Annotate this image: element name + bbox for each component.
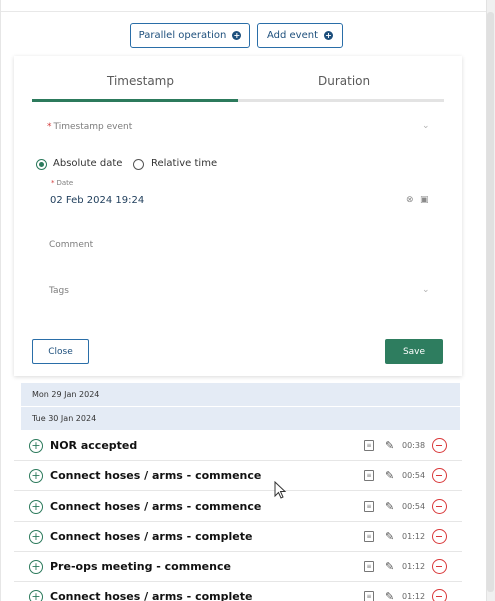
event-time: 01:12 <box>402 592 426 601</box>
save-button[interactable]: Save <box>385 339 443 364</box>
event-name: Connect hoses / arms - complete <box>50 530 253 543</box>
add-circle-icon[interactable]: + <box>29 529 43 544</box>
document-icon[interactable]: ≡ <box>364 591 374 601</box>
relative-time-label: Relative time <box>151 158 218 169</box>
document-icon[interactable]: ≡ <box>364 501 374 512</box>
tab-duration[interactable]: Duration <box>318 74 370 88</box>
event-name: Connect hoses / arms - commence <box>50 500 262 513</box>
date-field-label: * Date <box>51 179 74 187</box>
parallel-operation-button[interactable]: Parallel operation + <box>130 23 250 48</box>
tab-timestamp[interactable]: Timestamp <box>107 74 174 88</box>
mouse-cursor-icon <box>274 481 287 499</box>
top-divider <box>1 0 486 12</box>
event-row[interactable]: + NOR accepted ≡ ✎ 00:38 <box>14 431 462 461</box>
add-circle-icon[interactable]: + <box>29 468 43 483</box>
add-event-button[interactable]: Add event + <box>257 23 343 48</box>
date-group-row: Tue 30 Jan 2024 <box>21 407 460 430</box>
close-button[interactable]: Close <box>32 339 89 364</box>
add-circle-icon[interactable]: + <box>29 559 43 574</box>
calendar-icon[interactable]: ▣ <box>420 195 429 205</box>
document-icon[interactable]: ≡ <box>364 470 374 481</box>
date-field[interactable]: 02 Feb 2024 19:24 ⊗ ▣ <box>48 192 444 210</box>
pencil-icon[interactable]: ✎ <box>385 469 394 482</box>
chevron-down-icon: ⌄ <box>422 285 430 295</box>
remove-circle-icon[interactable] <box>432 589 447 601</box>
event-name: Connect hoses / arms - commence <box>50 469 262 482</box>
event-log-page: Parallel operation + Add event + Timesta… <box>0 0 495 601</box>
event-name: Connect hoses / arms - complete <box>50 590 253 601</box>
event-row[interactable]: + Connect hoses / arms - complete ≡ ✎ 01:12 <box>14 582 462 601</box>
add-circle-icon[interactable]: + <box>29 499 43 514</box>
document-icon[interactable]: ≡ <box>364 531 374 542</box>
event-name: NOR accepted <box>50 439 138 452</box>
timestamp-event-select[interactable]: * Timestamp event ⌄ <box>44 118 434 140</box>
event-row[interactable]: + Connect hoses / arms - commence ≡ ✎ 00:54 <box>14 492 462 522</box>
plus-icon: + <box>324 31 334 40</box>
event-row[interactable]: + Connect hoses / arms - complete ≡ ✎ 01:12 <box>14 522 462 552</box>
clear-icon[interactable]: ⊗ <box>406 195 414 205</box>
relative-time-radio[interactable] <box>133 159 144 170</box>
pencil-icon[interactable]: ✎ <box>385 439 394 452</box>
date-group-label: Tue 30 Jan 2024 <box>32 414 97 423</box>
plus-icon: + <box>232 31 242 40</box>
scrollbar-thumb[interactable] <box>487 12 494 592</box>
pencil-icon[interactable]: ✎ <box>385 590 394 601</box>
event-time: 00:38 <box>402 441 426 450</box>
absolute-date-label: Absolute date <box>53 158 123 169</box>
tab-underline <box>238 99 444 102</box>
scrollbar[interactable] <box>486 0 495 601</box>
document-icon[interactable]: ≡ <box>364 561 374 572</box>
date-value: 02 Feb 2024 19:24 <box>50 195 145 206</box>
add-circle-icon[interactable]: + <box>29 438 43 453</box>
tags-select[interactable]: Tags ⌄ <box>48 280 444 302</box>
remove-circle-icon[interactable] <box>432 499 447 514</box>
add-circle-icon[interactable]: + <box>29 589 43 601</box>
event-name: Pre-ops meeting - commence <box>50 560 231 573</box>
date-group-label: Mon 29 Jan 2024 <box>32 390 100 399</box>
parallel-operation-label: Parallel operation <box>138 30 227 41</box>
pencil-icon[interactable]: ✎ <box>385 500 394 513</box>
chevron-down-icon: ⌄ <box>422 121 430 131</box>
event-time: 00:54 <box>402 502 426 511</box>
event-time: 01:12 <box>402 562 426 571</box>
pencil-icon[interactable]: ✎ <box>385 530 394 543</box>
event-time: 00:54 <box>402 471 426 480</box>
event-time: 01:12 <box>402 532 426 541</box>
remove-circle-icon[interactable] <box>432 438 447 453</box>
pencil-icon[interactable]: ✎ <box>385 560 394 573</box>
form-tabs: Timestamp Duration <box>32 68 444 102</box>
comment-field[interactable]: Comment <box>48 234 444 256</box>
date-group-row: Mon 29 Jan 2024 <box>21 383 460 406</box>
remove-circle-icon[interactable] <box>432 529 447 544</box>
comment-placeholder: Comment <box>49 240 94 250</box>
event-row[interactable]: + Connect hoses / arms - commence ≡ ✎ 00:54 <box>14 461 462 491</box>
absolute-date-radio[interactable] <box>36 159 47 170</box>
remove-circle-icon[interactable] <box>432 559 447 574</box>
active-tab-indicator <box>32 99 238 102</box>
remove-circle-icon[interactable] <box>432 468 447 483</box>
event-form-panel: Timestamp Duration * Timestamp event ⌄ Ab… <box>14 56 462 376</box>
tags-placeholder: Tags <box>49 286 69 296</box>
timestamp-event-label: * Timestamp event <box>47 122 133 132</box>
document-icon[interactable]: ≡ <box>364 440 374 451</box>
event-row[interactable]: + Pre-ops meeting - commence ≡ ✎ 01:12 <box>14 552 462 582</box>
add-event-label: Add event <box>266 30 319 41</box>
